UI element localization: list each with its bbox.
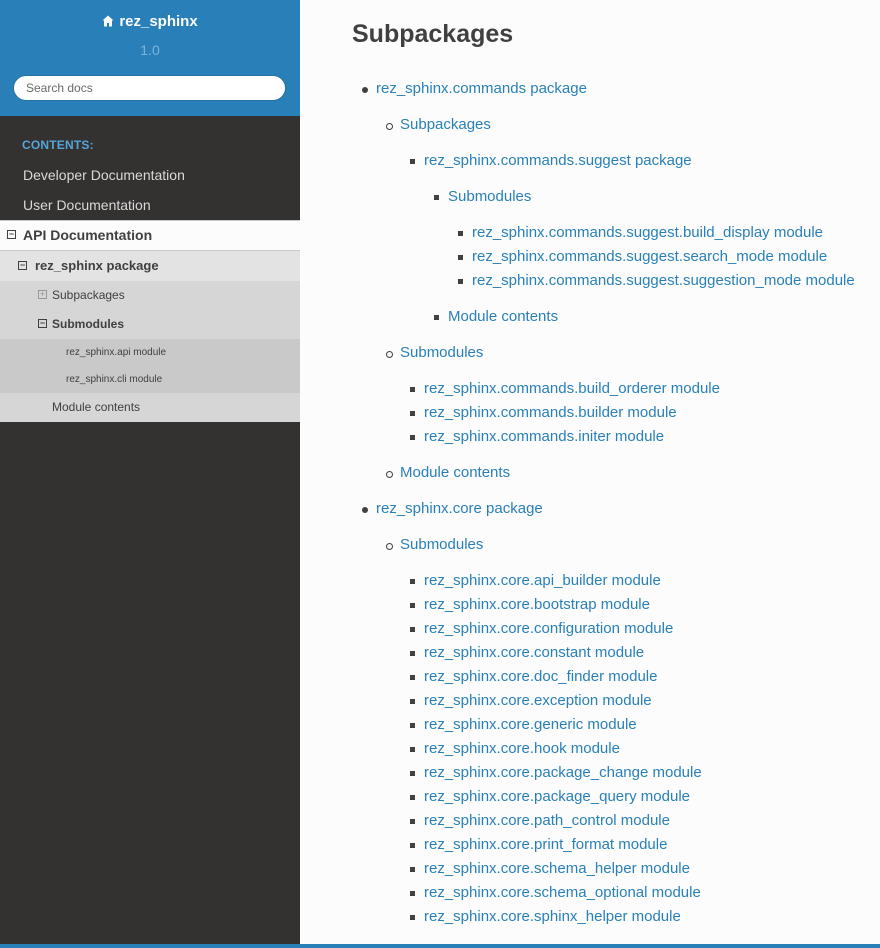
toc-link[interactable]: rez_sphinx.core.generic module bbox=[424, 715, 637, 735]
version-label: 1.0 bbox=[140, 42, 160, 58]
toc-link[interactable]: rez_sphinx.commands.builder module bbox=[424, 403, 677, 423]
toc-link[interactable]: rez_sphinx.commands.suggest.build_displa… bbox=[472, 223, 823, 243]
toc-link[interactable]: rez_sphinx.core.configuration module bbox=[424, 619, 673, 639]
bottom-accent-bar bbox=[0, 944, 880, 948]
toc-link[interactable]: rez_sphinx.core.schema_optional module bbox=[424, 883, 701, 903]
bullet-square bbox=[458, 231, 463, 236]
toc-link[interactable]: rez_sphinx.commands.suggest.suggestion_m… bbox=[472, 271, 855, 291]
toc-link[interactable]: Module contents bbox=[448, 307, 558, 327]
bullet-square bbox=[410, 699, 415, 704]
toc-link[interactable]: Module contents bbox=[400, 463, 510, 483]
bullet-square bbox=[410, 411, 415, 416]
toc-link[interactable]: Subpackages bbox=[400, 115, 491, 135]
bullet-circle bbox=[386, 123, 393, 130]
toc-link[interactable]: rez_sphinx.commands.build_orderer module bbox=[424, 379, 720, 399]
sidebar-header: rez_sphinx 1.0 bbox=[0, 0, 300, 116]
toc-link[interactable]: rez_sphinx.core.sphinx_helper module bbox=[424, 907, 681, 927]
toc-link[interactable]: rez_sphinx.core.path_control module bbox=[424, 811, 670, 831]
bullet-square bbox=[410, 867, 415, 872]
nav-package-label: rez_sphinx package bbox=[35, 258, 159, 273]
toc-link[interactable]: rez_sphinx.core package bbox=[376, 499, 543, 519]
bullet-square bbox=[410, 795, 415, 800]
toc-link[interactable]: Submodules bbox=[448, 187, 531, 207]
nav-submodules-label: Submodules bbox=[52, 317, 125, 331]
toc-link[interactable]: rez_sphinx.core.api_builder module bbox=[424, 571, 661, 591]
toc-link[interactable]: rez_sphinx.commands.suggest.search_mode … bbox=[472, 247, 827, 267]
collapse-icon[interactable]: − bbox=[7, 230, 16, 239]
bullet-disc bbox=[362, 507, 368, 513]
toc-link[interactable]: rez_sphinx.core.bootstrap module bbox=[424, 595, 650, 615]
main-content: Subpackages rez_sphinx.commands package … bbox=[300, 0, 880, 948]
sidebar: rez_sphinx 1.0 Contents: Developer Docum… bbox=[0, 0, 300, 948]
bullet-square bbox=[410, 915, 415, 920]
bullet-square bbox=[410, 627, 415, 632]
toc-link[interactable]: rez_sphinx.core.constant module bbox=[424, 643, 644, 663]
bullet-disc bbox=[362, 87, 368, 93]
home-link[interactable]: rez_sphinx bbox=[0, 13, 300, 30]
toc-link[interactable]: Submodules bbox=[400, 343, 483, 363]
nav-module-contents[interactable]: Module contents bbox=[0, 393, 300, 422]
nav-api-documentation[interactable]: − API Documentation bbox=[0, 220, 300, 251]
contents-caption: Contents: bbox=[22, 138, 94, 152]
bullet-square bbox=[434, 195, 439, 200]
nav-developer-documentation[interactable]: Developer Documentation bbox=[0, 160, 300, 190]
toc-link[interactable]: rez_sphinx.core.doc_finder module bbox=[424, 667, 657, 687]
bullet-square bbox=[410, 747, 415, 752]
toc-link[interactable]: rez_sphinx.core.package_query module bbox=[424, 787, 690, 807]
bullet-square bbox=[410, 723, 415, 728]
bullet-square bbox=[410, 579, 415, 584]
toc-link[interactable]: rez_sphinx.commands.initer module bbox=[424, 427, 664, 447]
toc-link[interactable]: rez_sphinx.commands.suggest package bbox=[424, 151, 692, 171]
toc-link[interactable]: rez_sphinx.commands package bbox=[376, 79, 587, 99]
search-input[interactable] bbox=[13, 75, 286, 101]
nav-subpackages[interactable]: + Subpackages bbox=[0, 281, 300, 310]
bullet-square bbox=[410, 843, 415, 848]
bullet-square bbox=[410, 891, 415, 896]
toc-link[interactable]: rez_sphinx.core.package_change module bbox=[424, 763, 702, 783]
toc-link[interactable]: rez_sphinx.core.exception module bbox=[424, 691, 652, 711]
nav-api-documentation-label: API Documentation bbox=[23, 227, 153, 243]
nav-cli-module[interactable]: rez_sphinx.cli module bbox=[0, 366, 300, 393]
nav-user-documentation[interactable]: User Documentation bbox=[0, 190, 300, 220]
bullet-square bbox=[458, 255, 463, 260]
page-title: Subpackages bbox=[352, 20, 514, 48]
bullet-square bbox=[410, 651, 415, 656]
expand-icon[interactable]: + bbox=[38, 290, 47, 299]
bullet-square bbox=[458, 279, 463, 284]
bullet-square bbox=[410, 159, 415, 164]
bullet-square bbox=[410, 435, 415, 440]
nav-api-module[interactable]: rez_sphinx.api module bbox=[0, 339, 300, 366]
collapse-icon[interactable]: − bbox=[38, 319, 47, 328]
toc-link[interactable]: rez_sphinx.core.schema_helper module bbox=[424, 859, 690, 879]
bullet-circle bbox=[386, 543, 393, 550]
nav-rez-sphinx-package[interactable]: − rez_sphinx package bbox=[0, 251, 300, 281]
bullet-circle bbox=[386, 471, 393, 478]
toc-link[interactable]: rez_sphinx.core.print_format module bbox=[424, 835, 667, 855]
toc-link[interactable]: Submodules bbox=[400, 535, 483, 555]
bullet-square bbox=[410, 387, 415, 392]
bullet-square bbox=[434, 315, 439, 320]
bullet-square bbox=[410, 819, 415, 824]
toc-link[interactable]: rez_sphinx.core.hook module bbox=[424, 739, 620, 759]
nav-subpackages-label: Subpackages bbox=[52, 288, 125, 302]
bullet-square bbox=[410, 771, 415, 776]
collapse-icon[interactable]: − bbox=[18, 261, 27, 270]
bullet-square bbox=[410, 675, 415, 680]
bullet-circle bbox=[386, 351, 393, 358]
home-icon bbox=[102, 15, 114, 27]
bullet-square bbox=[410, 603, 415, 608]
project-title: rez_sphinx bbox=[119, 13, 198, 30]
nav-submodules[interactable]: − Submodules bbox=[0, 310, 300, 339]
